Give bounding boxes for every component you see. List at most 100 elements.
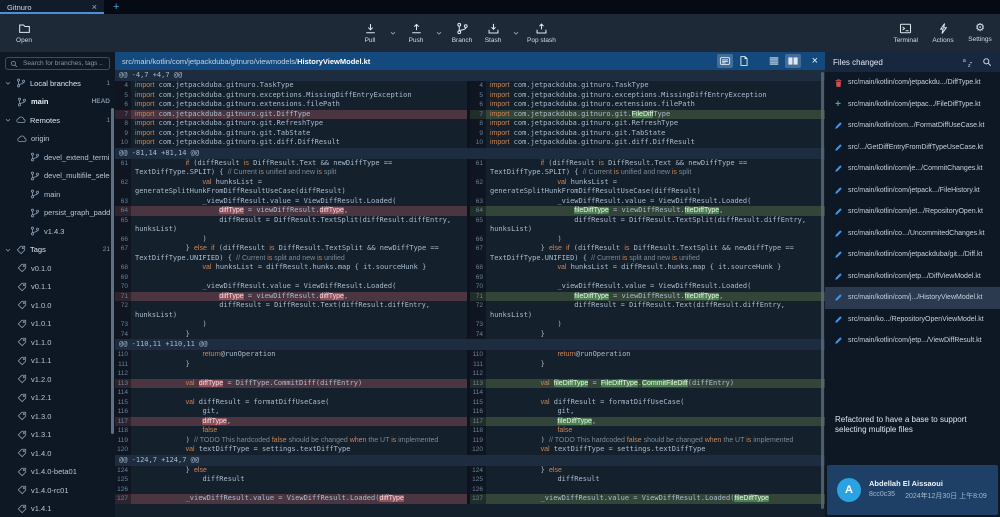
file-item-difftype-kt[interactable]: src/main/kotlin/com/jetpackdu.../DiffTyp… bbox=[825, 72, 1000, 94]
tree-item-v1-1-1[interactable]: v1.1.1 bbox=[0, 352, 115, 371]
push-options-button[interactable] bbox=[435, 29, 443, 37]
branch-search-input[interactable] bbox=[21, 59, 105, 68]
tree-item-main[interactable]: mainHEAD bbox=[0, 93, 115, 112]
file-path-label: src/main/kotlin/com.../FormatDiffUseCase… bbox=[848, 122, 984, 129]
tree-item-persist-graph-paddin[interactable]: persist_graph_paddin bbox=[0, 204, 115, 223]
line-number: 62 bbox=[470, 178, 486, 197]
pull-icon bbox=[364, 22, 377, 35]
code-line bbox=[486, 369, 825, 379]
pull-options-button[interactable] bbox=[389, 29, 397, 37]
tree-item-v1-3-1[interactable]: v1.3.1 bbox=[0, 426, 115, 445]
file-item-historyviewmodel-kt[interactable]: src/main/kotlin/com/j.../HistoryViewMode… bbox=[825, 287, 1000, 309]
code-line: import com.jetpackduba.gitnuro.extension… bbox=[131, 100, 467, 110]
tree-item-label: v1.2.1 bbox=[31, 393, 110, 402]
tree-item-v1-4-1[interactable]: v1.4.1 bbox=[0, 500, 115, 517]
view-lines-box-button[interactable] bbox=[717, 54, 733, 68]
tree-item-v1-2-0[interactable]: v1.2.0 bbox=[0, 370, 115, 389]
tree-item-main[interactable]: main bbox=[0, 185, 115, 204]
tree-item-devel-extend-termina[interactable]: devel_extend_termina bbox=[0, 148, 115, 167]
diff-line-70: 70 _viewDiffResult.value = ViewDiffResul… bbox=[115, 282, 825, 292]
file-item-repositoryopen-kt[interactable]: src/main/kotlin/com/jet.../RepositoryOpe… bbox=[825, 201, 1000, 223]
svg-text:z: z bbox=[968, 63, 971, 68]
stash-icon bbox=[487, 22, 500, 35]
file-path-label: src/main/kotlin/com/jetp.../DiffViewMode… bbox=[848, 273, 981, 280]
branch-search-box[interactable] bbox=[5, 57, 110, 70]
tree-item-v0-1-0[interactable]: v0.1.0 bbox=[0, 259, 115, 278]
sidebar-scrollbar[interactable] bbox=[111, 108, 114, 434]
file-item-getdiffentryfromdifftypeusecase-kt[interactable]: src/.../GetDiffEntryFromDiffTypeUseCase.… bbox=[825, 137, 1000, 159]
settings-button[interactable]: ⚙ Settings bbox=[968, 23, 992, 43]
file-item-diffviewmodel-kt[interactable]: src/main/kotlin/com/jetp.../DiffViewMode… bbox=[825, 266, 1000, 288]
code-line: diffResult = DiffResult.TextSplit(diffRe… bbox=[131, 216, 467, 235]
diff-line-9: 9import com.jetpackduba.gitnuro.git.TabS… bbox=[115, 129, 825, 139]
file-item-repositoryopenviewmodel-kt[interactable]: src/main/ko.../RepositoryOpenViewModel.k… bbox=[825, 309, 1000, 331]
line-number: 63 bbox=[115, 197, 131, 207]
sort-alphabetical-icon[interactable]: az bbox=[962, 57, 973, 68]
line-number: 117 bbox=[115, 417, 131, 427]
code-line: return@runOperation bbox=[131, 350, 467, 360]
new-tab-button[interactable]: + bbox=[113, 0, 119, 14]
unified-view-button[interactable] bbox=[766, 54, 782, 68]
tree-section-remotes[interactable]: Remotes1 bbox=[0, 111, 115, 130]
close-diff-icon[interactable]: × bbox=[812, 55, 818, 67]
tree-item-v1-2-1[interactable]: v1.2.1 bbox=[0, 389, 115, 408]
tag-icon bbox=[17, 467, 27, 477]
tree-item-v0-1-1[interactable]: v0.1.1 bbox=[0, 278, 115, 297]
open-button[interactable]: Open bbox=[12, 22, 36, 44]
tree-section-tags[interactable]: Tags21 bbox=[0, 241, 115, 260]
tree-item-v1-0-0[interactable]: v1.0.0 bbox=[0, 296, 115, 315]
stash-options-button[interactable] bbox=[512, 29, 520, 37]
line-number: 62 bbox=[115, 178, 131, 197]
hunk-header: @@ -110,11 +110,11 @@ bbox=[115, 339, 825, 350]
file-path-label: src/main/kotlin/com/je.../CommitChanges.… bbox=[848, 165, 983, 172]
tree-item-v1-4-0[interactable]: v1.4.0 bbox=[0, 444, 115, 463]
diff-scrollbar[interactable] bbox=[821, 72, 824, 509]
branch-icon bbox=[16, 78, 26, 88]
tree-item-v1-4-0-rc01[interactable]: v1.4.0-rc01 bbox=[0, 481, 115, 500]
code-line: ) bbox=[486, 320, 825, 330]
view-document-button[interactable] bbox=[736, 54, 752, 68]
tree-section-local-branches[interactable]: Local branches1 bbox=[0, 74, 115, 93]
file-item-filehistory-kt[interactable]: src/main/kotlin/com/jetpack.../FileHisto… bbox=[825, 180, 1000, 202]
file-item-viewdiffresult-kt[interactable]: src/main/kotlin/com/jetp.../ViewDiffResu… bbox=[825, 330, 1000, 352]
code-line: import com.jetpackduba.gitnuro.TaskType bbox=[131, 81, 467, 91]
tree-item-v1-0-1[interactable]: v1.0.1 bbox=[0, 315, 115, 334]
file-item-formatdiffusecase-kt[interactable]: src/main/kotlin/com.../FormatDiffUseCase… bbox=[825, 115, 1000, 137]
stash-button[interactable]: Stash bbox=[481, 22, 505, 44]
file-item-commitchanges-kt[interactable]: src/main/kotlin/com/je.../CommitChanges.… bbox=[825, 158, 1000, 180]
pop-stash-button[interactable]: Pop stash bbox=[527, 22, 556, 44]
gitnuro-window: Gitnuro × + Open Pull Push Br bbox=[0, 0, 1000, 517]
tab-gitnuro[interactable]: Gitnuro × bbox=[0, 0, 104, 14]
actions-button[interactable]: Actions bbox=[931, 22, 955, 44]
file-item-uncommitedchanges-kt[interactable]: src/main/kotlin/co.../UncommitedChanges.… bbox=[825, 223, 1000, 245]
tree-item-label: v0.1.1 bbox=[31, 282, 110, 291]
pencil-icon bbox=[834, 143, 843, 152]
code-line: import com.jetpackduba.gitnuro.git.diff.… bbox=[486, 138, 825, 148]
split-view-button[interactable] bbox=[785, 54, 801, 68]
code-line: import com.jetpackduba.gitnuro.git.FileD… bbox=[486, 110, 825, 120]
pop-stash-label: Pop stash bbox=[527, 37, 556, 44]
push-icon bbox=[410, 22, 423, 35]
file-item-filedifftype-kt[interactable]: +src/main/kotlin/com/jetpac.../FileDiffT… bbox=[825, 94, 1000, 116]
terminal-button[interactable]: Terminal bbox=[893, 22, 918, 44]
line-number: 72 bbox=[470, 301, 486, 320]
chevron-down-icon bbox=[389, 29, 397, 37]
pencil-icon bbox=[834, 186, 843, 195]
code-line: ) bbox=[131, 235, 467, 245]
tree-item-v1-1-0[interactable]: v1.1.0 bbox=[0, 333, 115, 352]
branch-button[interactable]: Branch bbox=[450, 22, 474, 44]
tree-item-v1-4-0-beta01[interactable]: v1.4.0-beta01 bbox=[0, 463, 115, 482]
code-line: ) bbox=[131, 320, 467, 330]
tree-item-v1-3-0[interactable]: v1.3.0 bbox=[0, 407, 115, 426]
tree-item-devel-multifile-select[interactable]: devel_multifile_select bbox=[0, 167, 115, 186]
tree-item-origin[interactable]: origin bbox=[0, 130, 115, 149]
code-line: diffResult bbox=[486, 475, 825, 485]
search-icon[interactable] bbox=[982, 57, 992, 67]
tree-item-label: v1.1.1 bbox=[31, 356, 110, 365]
tree-item-v1-4-3[interactable]: v1.4.3 bbox=[0, 222, 115, 241]
file-item-diff-kt[interactable]: src/main/kotlin/com/jetpackduba/git.../D… bbox=[825, 244, 1000, 266]
line-number: 67 bbox=[470, 244, 486, 263]
push-button[interactable]: Push bbox=[404, 22, 428, 44]
pull-button[interactable]: Pull bbox=[358, 22, 382, 44]
close-tab-icon[interactable]: × bbox=[92, 2, 97, 12]
